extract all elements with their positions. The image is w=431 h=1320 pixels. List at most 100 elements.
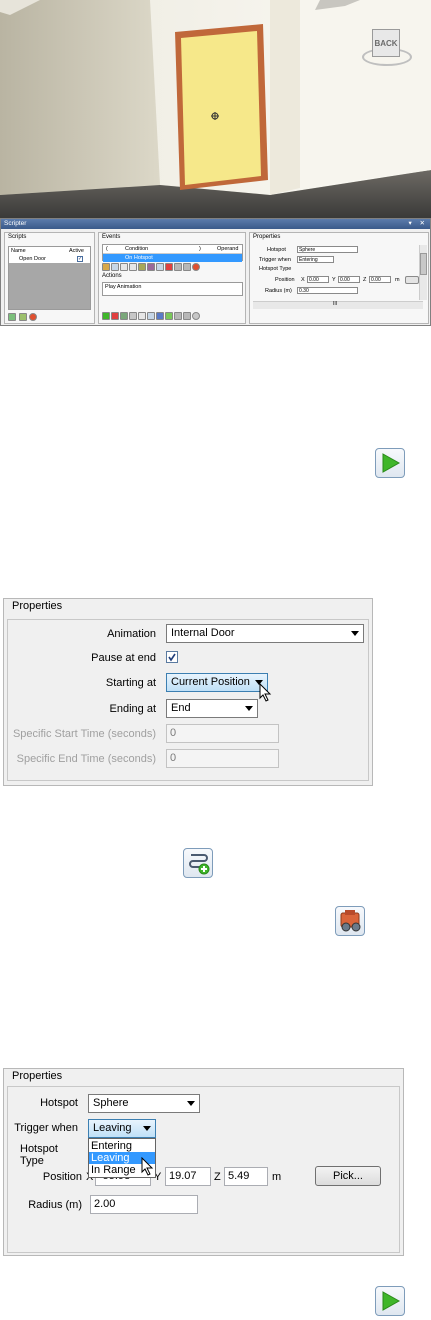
hotspot-select[interactable]: Sphere xyxy=(88,1094,200,1113)
event-tool-2-icon[interactable] xyxy=(111,263,119,271)
hotspot-select[interactable]: Sphere xyxy=(297,246,358,253)
action-stop-icon[interactable] xyxy=(111,312,119,320)
events-panel: Events ( Condition ) Operand On Hotspot … xyxy=(98,232,246,324)
radius-field[interactable]: 2.00 xyxy=(90,1195,198,1214)
start-time-value: 0 xyxy=(170,727,177,739)
z-field[interactable]: 5.49 xyxy=(224,1167,268,1186)
events-toolbar xyxy=(102,263,201,271)
action-tool-3-icon[interactable] xyxy=(120,312,128,320)
scrollbar-grip: III xyxy=(333,301,338,307)
action-play-icon[interactable] xyxy=(102,312,110,320)
script-active-checkbox[interactable]: ✓ xyxy=(77,256,83,262)
chevron-down-icon xyxy=(143,1126,151,1131)
pause-checkbox[interactable] xyxy=(166,651,178,663)
back-cube-button[interactable]: BACK xyxy=(372,29,400,57)
scripts-list[interactable]: Name Active Open Door ✓ xyxy=(8,246,91,310)
event-tool-1-icon[interactable] xyxy=(102,263,110,271)
end-time-value: 0 xyxy=(170,752,177,764)
x-label: X xyxy=(301,277,305,283)
vertical-scrollbar[interactable] xyxy=(419,245,427,300)
event-delete-icon[interactable] xyxy=(192,263,200,271)
position-label: Position xyxy=(275,277,295,283)
add-script-button[interactable] xyxy=(183,848,213,878)
y-value: 0.00 xyxy=(340,277,350,283)
scripter-title-bar: Scripter ▾ ✕ xyxy=(1,219,430,229)
radius-field[interactable]: 0.30 xyxy=(297,287,358,294)
z-label: Z xyxy=(214,1171,221,1183)
window-buttons[interactable]: ▾ ✕ xyxy=(408,219,428,229)
scripts-toolbar xyxy=(8,313,38,321)
play-button[interactable] xyxy=(375,1286,405,1316)
action-up-icon[interactable] xyxy=(174,312,182,320)
add-script-mini-icon[interactable] xyxy=(8,313,16,321)
animation-label: Animation xyxy=(107,628,156,640)
panel-title: Properties xyxy=(10,1070,65,1082)
x-field[interactable]: 0.00 xyxy=(307,276,329,283)
scrollbar-thumb[interactable] xyxy=(420,253,427,275)
end-time-field[interactable]: 0 xyxy=(166,749,279,768)
play-button[interactable] xyxy=(375,448,405,478)
y-field[interactable]: 19.07 xyxy=(165,1167,211,1186)
event-row-selected[interactable]: On Hotspot xyxy=(103,254,242,262)
ending-select[interactable]: End xyxy=(166,699,258,718)
action-tool-8-icon[interactable] xyxy=(165,312,173,320)
action-down-icon[interactable] xyxy=(183,312,191,320)
edit-script-mini-icon[interactable] xyxy=(18,313,27,321)
col-paren-open: ( xyxy=(106,246,108,252)
start-time-field[interactable]: 0 xyxy=(166,724,279,743)
action-tool-7-icon[interactable] xyxy=(156,312,164,320)
checkmark-icon xyxy=(168,653,176,662)
events-list-header: ( Condition ) Operand xyxy=(103,245,242,254)
z-field[interactable]: 0.00 xyxy=(369,276,391,283)
starting-value: Current Position xyxy=(171,676,250,688)
action-tool-6-icon[interactable] xyxy=(147,312,155,320)
chevron-down-icon xyxy=(245,706,253,711)
event-up-icon[interactable] xyxy=(174,263,182,271)
action-delete-icon[interactable] xyxy=(192,312,200,320)
starting-select[interactable]: Current Position xyxy=(166,673,268,692)
y-field[interactable]: 0.00 xyxy=(338,276,360,283)
event-down-icon[interactable] xyxy=(183,263,191,271)
mouse-cursor-icon xyxy=(259,683,272,702)
starting-label: Starting at xyxy=(105,677,156,689)
scripts-list-header: Name Active xyxy=(9,247,90,255)
action-item[interactable]: Play Animation xyxy=(105,284,141,290)
3d-viewport[interactable]: BACK xyxy=(0,0,431,218)
crosshair-icon xyxy=(211,112,219,120)
dropdown-option-entering[interactable]: Entering xyxy=(89,1140,155,1152)
hotspot-label: Hotspot xyxy=(40,1097,78,1109)
ending-label: Ending at xyxy=(109,703,156,715)
pause-label: Pause at end xyxy=(91,652,156,664)
event-tool-6-icon[interactable] xyxy=(147,263,155,271)
x-value: 0.00 xyxy=(309,277,319,283)
event-tool-7-icon[interactable] xyxy=(156,263,164,271)
trigger-select[interactable]: Entering xyxy=(297,256,334,263)
actions-header: Actions xyxy=(102,273,122,279)
event-tool-4-icon[interactable] xyxy=(129,263,137,271)
radius-value: 2.00 xyxy=(94,1198,116,1210)
delete-script-mini-icon[interactable] xyxy=(29,313,38,321)
chevron-down-icon xyxy=(187,1101,195,1106)
list-item[interactable]: Open Door ✓ xyxy=(9,255,90,263)
events-list[interactable]: ( Condition ) Operand On Hotspot xyxy=(102,244,243,262)
properties-panel-small: Properties Hotspot Sphere Trigger when E… xyxy=(249,232,429,324)
y-value: 19.07 xyxy=(169,1170,197,1182)
actions-list[interactable]: Play Animation xyxy=(102,282,243,296)
y-label: Y xyxy=(332,277,336,283)
event-tool-3-icon[interactable] xyxy=(120,263,128,271)
unit-label: m xyxy=(395,277,400,283)
event-tool-5-icon[interactable] xyxy=(138,263,146,271)
action-tool-4-icon[interactable] xyxy=(129,312,137,320)
camera-object-button[interactable] xyxy=(335,906,365,936)
pick-mini-button[interactable] xyxy=(405,276,419,284)
play-icon xyxy=(382,453,401,473)
event-tool-8-icon[interactable] xyxy=(165,263,173,271)
pick-button[interactable]: Pick... xyxy=(315,1166,381,1186)
animation-select[interactable]: Internal Door xyxy=(166,624,364,643)
action-tool-5-icon[interactable] xyxy=(138,312,146,320)
trigger-select[interactable]: Leaving xyxy=(88,1119,156,1138)
play-icon xyxy=(382,1291,401,1311)
unit-label: m xyxy=(272,1171,282,1183)
ending-value: End xyxy=(171,702,191,714)
horizontal-scrollbar[interactable]: III xyxy=(253,301,423,309)
